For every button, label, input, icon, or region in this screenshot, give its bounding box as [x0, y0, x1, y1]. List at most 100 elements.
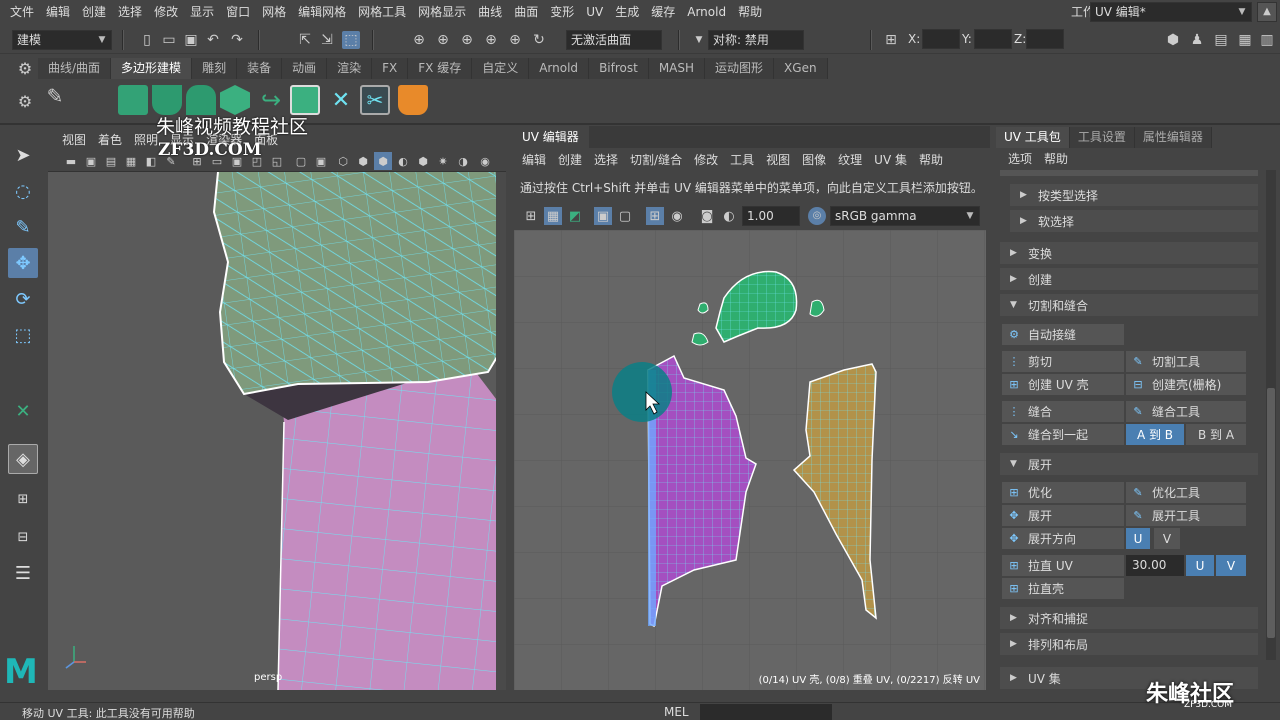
- select-hierarchy-icon[interactable]: ⇱: [296, 31, 314, 49]
- select-object-icon[interactable]: ⇲: [318, 31, 336, 49]
- create-uv-shell-button[interactable]: ⊞ 创建 UV 壳: [1002, 374, 1124, 395]
- unfold-button[interactable]: ✥ 展开: [1002, 505, 1124, 526]
- optimize-button[interactable]: ⊞ 优化: [1002, 482, 1124, 503]
- straighten-angle-field[interactable]: 30.00: [1126, 555, 1184, 576]
- camera-attr-icon[interactable]: ▣: [82, 152, 100, 170]
- unfold-u-button[interactable]: U: [1126, 528, 1150, 549]
- scrollbar-thumb[interactable]: [1267, 388, 1275, 638]
- poly-bevel-icon[interactable]: [152, 85, 182, 115]
- straighten-v-button[interactable]: V: [1216, 555, 1246, 576]
- tool-settings-icon[interactable]: ▦: [1236, 31, 1254, 49]
- shelf-tab-curves[interactable]: 曲线/曲面: [38, 58, 112, 79]
- textured-icon[interactable]: ⬢: [414, 152, 432, 170]
- shelf-tab-custom[interactable]: 自定义: [472, 58, 530, 79]
- gear-icon[interactable]: ⚙: [16, 60, 34, 78]
- shelf-tab-motion[interactable]: 运动图形: [705, 58, 775, 79]
- undo-icon[interactable]: ↶: [204, 31, 222, 49]
- z-field[interactable]: [1026, 29, 1064, 49]
- wireframe-icon[interactable]: ⬡: [334, 152, 352, 170]
- uv-menu-edit[interactable]: 编辑: [516, 151, 552, 168]
- select-tool-icon[interactable]: ➤: [8, 140, 38, 170]
- lights-icon[interactable]: ✷: [434, 152, 452, 170]
- sew-together-button[interactable]: ↘ 缝合到一起: [1002, 424, 1124, 445]
- section-create[interactable]: ▶ 创建: [1000, 268, 1258, 290]
- mel-command-field[interactable]: [700, 704, 832, 720]
- section-soft-select[interactable]: ▶ 软选择: [1010, 210, 1258, 232]
- section-arrange-layout[interactable]: ▶ 排列和布局: [1000, 633, 1258, 655]
- menu-cache[interactable]: 缓存: [645, 0, 681, 24]
- color-space-select[interactable]: sRGB gamma ▼: [830, 206, 980, 226]
- menu-file[interactable]: 文件: [4, 0, 40, 24]
- uv-menu-cut-sew[interactable]: 切割/缝合: [624, 151, 688, 168]
- rp-menu-help[interactable]: 帮助: [1038, 150, 1074, 167]
- lasso-tool-icon[interactable]: ◌: [8, 176, 38, 206]
- snapshot-icon[interactable]: ◙: [698, 207, 716, 225]
- menu-create[interactable]: 创建: [76, 0, 112, 24]
- menu-mesh-tools[interactable]: 网格工具: [352, 0, 412, 24]
- a-to-b-button[interactable]: A 到 B: [1126, 424, 1184, 445]
- snap-vertex-icon[interactable]: ↻: [530, 31, 548, 49]
- move-tool-icon[interactable]: ✥: [8, 248, 38, 278]
- straighten-u-button[interactable]: U: [1186, 555, 1214, 576]
- live-surface-field[interactable]: 无激活曲面: [566, 30, 662, 50]
- uv-menu-textures[interactable]: 纹理: [832, 151, 868, 168]
- menu-surfaces[interactable]: 曲面: [508, 0, 544, 24]
- ambient-occlusion-icon[interactable]: ◉: [476, 152, 494, 170]
- cut-uv-icon[interactable]: ✂: [360, 85, 390, 115]
- select-component-icon[interactable]: ⬚: [342, 31, 360, 49]
- safe-title-icon[interactable]: ▣: [312, 152, 330, 170]
- extrude-icon[interactable]: ↪: [256, 85, 286, 115]
- save-scene-icon[interactable]: ▣: [182, 31, 200, 49]
- menu-display[interactable]: 显示: [184, 0, 220, 24]
- menu-uv[interactable]: UV: [580, 0, 609, 24]
- image-dim-icon[interactable]: ◉: [668, 207, 686, 225]
- section-unfold[interactable]: ▼ 展开: [1000, 453, 1258, 475]
- uv-menu-tools[interactable]: 工具: [724, 151, 760, 168]
- shelf-tab-fx[interactable]: FX: [372, 58, 409, 79]
- section-align-snap[interactable]: ▶ 对齐和捕捉: [1000, 607, 1258, 629]
- section-cut-sew[interactable]: ▼ 切割和缝合: [1000, 294, 1258, 316]
- shelf-tab-animation[interactable]: 动画: [282, 58, 328, 79]
- cut-button[interactable]: ⋮ 剪切: [1002, 351, 1124, 372]
- shelf-tab-mash[interactable]: MASH: [648, 58, 706, 79]
- snap-curve-icon[interactable]: ⊕: [434, 31, 452, 49]
- layout-quad-icon[interactable]: ⊞: [8, 484, 38, 514]
- distortion-icon[interactable]: ▢: [616, 207, 634, 225]
- default-material-icon[interactable]: ◐: [394, 152, 412, 170]
- modeling-toolkit-icon[interactable]: ⬢: [1164, 31, 1182, 49]
- section-transform[interactable]: ▶ 变换: [1000, 242, 1258, 264]
- checker-map-icon[interactable]: ◩: [566, 207, 584, 225]
- menu-windows[interactable]: 窗口: [220, 0, 256, 24]
- auto-seams-button[interactable]: ⚙ 自动接缝: [1002, 324, 1124, 345]
- menu-deform[interactable]: 变形: [544, 0, 580, 24]
- snap-point-icon[interactable]: ⊕: [458, 31, 476, 49]
- image-plane-icon[interactable]: ▦: [122, 152, 140, 170]
- snap-surface-icon[interactable]: ⊕: [506, 31, 524, 49]
- shadows-icon[interactable]: ◑: [454, 152, 472, 170]
- menu-help[interactable]: 帮助: [732, 0, 768, 24]
- perspective-viewport[interactable]: persp: [48, 172, 506, 690]
- menu-mesh-display[interactable]: 网格显示: [412, 0, 472, 24]
- straighten-uv-button[interactable]: ⊞ 拉直 UV: [1002, 555, 1124, 576]
- poly-cube-icon[interactable]: [220, 85, 250, 115]
- workspace-lock-button[interactable]: ▲: [1257, 2, 1277, 22]
- uv-menu-help[interactable]: 帮助: [913, 151, 949, 168]
- vp-menu-shading[interactable]: 着色: [92, 131, 128, 148]
- b-to-a-button[interactable]: B 到 A: [1186, 424, 1246, 445]
- redo-icon[interactable]: ↷: [228, 31, 246, 49]
- character-controls-icon[interactable]: ♟: [1188, 31, 1206, 49]
- symmetry-cut-icon[interactable]: ✕: [326, 85, 356, 115]
- menu-edit[interactable]: 编辑: [40, 0, 76, 24]
- straighten-shell-button[interactable]: ⊞ 拉直壳: [1002, 578, 1124, 599]
- layout-single-icon[interactable]: ◈: [8, 444, 38, 474]
- create-shell-grid-button[interactable]: ⊟ 创建壳(栅格): [1126, 374, 1246, 395]
- shelf-tab-arnold[interactable]: Arnold: [529, 58, 590, 79]
- pixel-snap-icon[interactable]: ⊞: [646, 207, 664, 225]
- uv-menu-view[interactable]: 视图: [760, 151, 796, 168]
- y-field[interactable]: [974, 29, 1012, 49]
- symmetry-select[interactable]: 对称: 禁用: [708, 30, 804, 50]
- shaded-uv-icon[interactable]: ▦: [544, 207, 562, 225]
- paint-select-icon[interactable]: ✎: [8, 212, 38, 242]
- uv-menu-uvsets[interactable]: UV 集: [868, 151, 913, 168]
- menu-curves[interactable]: 曲线: [472, 0, 508, 24]
